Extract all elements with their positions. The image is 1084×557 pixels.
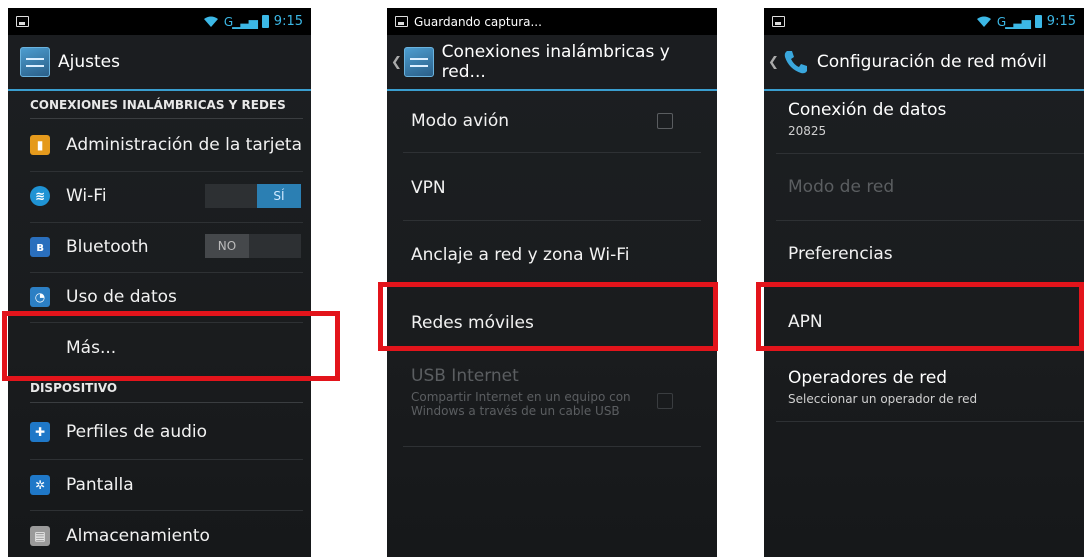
list-item-label: Operadores de red	[788, 368, 948, 388]
list-item-display[interactable]: ✲ Pantalla	[8, 463, 311, 507]
divider	[30, 222, 303, 223]
airplane-mode-checkbox[interactable]	[657, 113, 673, 129]
status-notification-text: Guardando captura...	[414, 14, 542, 29]
list-item-storage[interactable]: ▤ Almacenamiento	[8, 514, 311, 557]
list-item-label: Almacenamiento	[66, 526, 210, 546]
list-item-label: Conexión de datos	[788, 100, 947, 120]
list-item-preferences[interactable]: Preferencias	[764, 232, 1084, 276]
category-divider	[30, 402, 303, 403]
divider	[776, 153, 1084, 154]
toggle-on-label: SÍ	[257, 184, 301, 208]
back-icon[interactable]: ❮	[391, 55, 402, 70]
status-bar: Guardando captura...	[387, 8, 717, 35]
status-bar: G▁▃▅ 9:15	[8, 8, 311, 35]
list-item-summary: Seleccionar un operador de red	[788, 392, 978, 406]
category-header-wireless: CONEXIONES INALÁMBRICAS Y REDES	[30, 98, 286, 112]
status-bar: G▁▃▅ 9:15	[764, 8, 1084, 35]
list-item-data-connection[interactable]: Conexión de datos 20825	[788, 100, 946, 138]
list-item-label: USB Internet	[411, 366, 519, 386]
list-item-label: Modo de red	[788, 177, 895, 197]
cell-signal-icon: G▁▃▅	[996, 14, 1031, 29]
divider	[403, 446, 701, 447]
list-item-network-mode: Modo de red	[764, 165, 1084, 209]
divider	[403, 220, 701, 221]
wifi-toggle[interactable]: SÍ	[205, 184, 301, 208]
highlight-mobile-networks-item	[378, 282, 718, 351]
audio-profiles-icon: ✚	[30, 422, 50, 442]
divider	[776, 220, 1084, 221]
divider	[776, 421, 1084, 422]
toggle-off-label: NO	[205, 234, 249, 258]
highlight-apn-item	[756, 282, 1084, 351]
divider	[403, 152, 701, 153]
action-bar: ❮ Conexiones inalámbricas y red...	[387, 35, 717, 91]
page-title: Conexiones inalámbricas y red...	[441, 42, 670, 82]
data-usage-icon: ◔	[30, 287, 50, 307]
list-item-label: Bluetooth	[66, 237, 149, 257]
wifi-signal-icon	[203, 16, 218, 27]
bluetooth-icon: ʙ	[30, 237, 50, 257]
list-item-tethering[interactable]: Anclaje a red y zona Wi-Fi	[387, 232, 717, 278]
divider	[30, 272, 303, 273]
action-bar: ❮ Configuración de red móvil	[764, 35, 1084, 91]
bluetooth-toggle[interactable]: NO	[205, 234, 301, 258]
list-item-label: Anclaje a red y zona Wi-Fi	[411, 245, 630, 265]
divider	[30, 510, 303, 511]
screenshot-icon	[395, 16, 408, 27]
storage-icon: ▤	[30, 526, 50, 546]
category-header-device: DISPOSITIVO	[30, 381, 118, 395]
status-clock: 9:15	[273, 14, 303, 29]
list-item-label: Modo avión	[411, 111, 510, 131]
list-item-audio-profiles[interactable]: ✚ Perfiles de audio	[8, 410, 311, 454]
list-item-vpn[interactable]: VPN	[387, 165, 717, 211]
back-icon[interactable]: ❮	[768, 55, 779, 70]
category-divider	[30, 118, 303, 119]
list-item-label: Preferencias	[788, 244, 893, 264]
wifi-signal-icon	[976, 16, 991, 27]
list-item-label: Wi-Fi	[66, 186, 107, 206]
page-title: Configuración de red móvil	[816, 52, 1047, 72]
list-item-label: Pantalla	[66, 475, 134, 495]
list-item-usb-internet: USB Internet Compartir Internet en un eq…	[411, 366, 641, 418]
settings-screen: G▁▃▅ 9:15 Ajustes CONEXIONES INALÁMBRICA…	[8, 8, 311, 557]
action-bar: Ajustes	[8, 35, 311, 91]
battery-icon	[1034, 15, 1042, 28]
page-title: Ajustes	[58, 52, 120, 72]
list-item-summary: Compartir Internet en un equipo con Wind…	[411, 390, 631, 418]
settings-app-icon[interactable]	[403, 47, 434, 77]
phone-icon[interactable]	[781, 47, 811, 77]
divider	[30, 459, 303, 460]
usb-internet-checkbox	[657, 393, 673, 409]
status-clock: 9:15	[1046, 14, 1076, 29]
screenshot-icon	[16, 16, 29, 27]
screenshot-icon	[772, 16, 785, 27]
settings-app-icon[interactable]	[20, 47, 50, 77]
list-item-sim-management[interactable]: ▮ Administración de la tarjeta	[8, 125, 311, 165]
divider	[30, 171, 303, 172]
list-item-label: Administración de la tarjeta	[66, 135, 303, 155]
list-item-summary: 20825	[788, 124, 827, 138]
list-item-label: VPN	[411, 178, 446, 198]
list-item-network-operators[interactable]: Operadores de red Seleccionar un operado…	[788, 368, 977, 406]
list-item-label: Uso de datos	[66, 287, 177, 307]
cell-signal-icon: G▁▃▅	[223, 14, 258, 29]
display-icon: ✲	[30, 475, 50, 495]
highlight-more-item	[2, 311, 340, 381]
battery-icon	[261, 15, 269, 28]
list-item-label: Perfiles de audio	[66, 422, 208, 442]
sim-card-icon: ▮	[30, 135, 50, 155]
wifi-icon: ≋	[30, 186, 50, 206]
